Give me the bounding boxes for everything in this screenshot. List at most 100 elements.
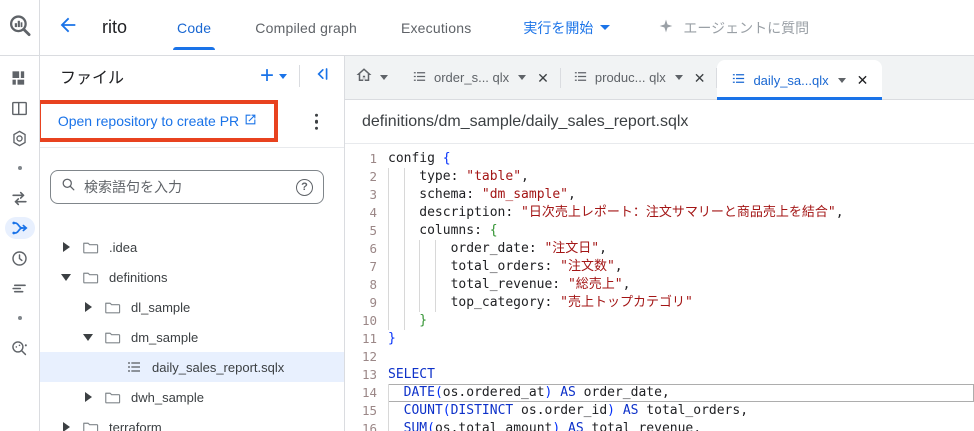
- code-line-5[interactable]: 5 columns: {: [345, 222, 974, 240]
- tree-folder-dl-sample[interactable]: dl_sample: [40, 292, 344, 322]
- code-line-3[interactable]: 3 schema: "dm_sample",: [345, 186, 974, 204]
- code-line-8[interactable]: 8 total_revenue: "総売上",: [345, 276, 974, 294]
- open-repository-link[interactable]: Open repository to create PR: [58, 113, 257, 129]
- editor-tab-2[interactable]: produc... qlx ✕: [561, 56, 718, 99]
- code-line-7[interactable]: 7 total_orders: "注文数",: [345, 258, 974, 276]
- expand-arrow-down-icon[interactable]: [58, 273, 74, 281]
- ask-agent-button[interactable]: エージェントに質問: [658, 0, 809, 55]
- layout-columns-icon[interactable]: [7, 97, 33, 119]
- code-line-content: [388, 348, 974, 366]
- close-tab-icon[interactable]: ✕: [857, 73, 869, 87]
- workspace-tabs: Code Compiled graph Executions: [155, 0, 493, 55]
- history-clock-icon[interactable]: [7, 247, 33, 269]
- vertical-divider: [299, 65, 300, 87]
- line-number: 13: [361, 367, 377, 382]
- search-icon: [61, 177, 76, 197]
- line-number: 5: [369, 223, 377, 238]
- code-line-2[interactable]: 2 type: "table",: [345, 168, 974, 186]
- modules-icon[interactable]: [7, 67, 33, 89]
- expand-arrow-right-icon[interactable]: [80, 392, 96, 402]
- code-line-14[interactable]: 14 DATE(os.ordered_at) AS order_date,: [345, 384, 974, 402]
- code-line-content: }: [388, 312, 974, 330]
- chevron-down-icon[interactable]: [837, 77, 846, 83]
- tree-item-label: terraform: [109, 419, 162, 431]
- settings-gear-icon[interactable]: [7, 127, 33, 149]
- compare-arrows-icon[interactable]: [7, 187, 33, 209]
- kebab-icon: [314, 113, 318, 117]
- home-tab-button[interactable]: [345, 56, 400, 99]
- code-line-content: top_category: "売上トップカテゴリ": [388, 294, 974, 312]
- dot-indicator: [7, 307, 33, 329]
- tree-folder--idea[interactable]: .idea: [40, 232, 344, 262]
- tab-code[interactable]: Code: [155, 0, 233, 55]
- code-line-1[interactable]: 1 config {: [345, 150, 974, 168]
- chevron-down-icon: [600, 25, 611, 30]
- code-line-content: SUM(os.total_amount) AS total_revenue,: [388, 420, 974, 431]
- editor-tab-3[interactable]: daily_sa...qlx ✕: [717, 60, 883, 100]
- back-button[interactable]: [48, 0, 88, 55]
- tree-item-label: dm_sample: [131, 329, 199, 345]
- folder-icon: [104, 300, 121, 315]
- chevron-down-icon[interactable]: [518, 75, 527, 80]
- explore-search-icon[interactable]: [7, 337, 33, 359]
- code-line-content: description: "日次売上レポート：注文サマリーと商品売上を結合",: [388, 204, 974, 222]
- more-options-button[interactable]: [311, 109, 323, 134]
- add-file-button[interactable]: +: [259, 62, 287, 89]
- code-line-11[interactable]: 11}: [345, 330, 974, 348]
- line-number: 2: [369, 169, 377, 184]
- tree-folder-dm-sample[interactable]: dm_sample: [40, 322, 344, 352]
- line-number: 3: [369, 187, 377, 202]
- tab-executions[interactable]: Executions: [379, 0, 493, 55]
- external-link-icon: [244, 113, 257, 129]
- line-number: 10: [361, 313, 377, 328]
- highlight-rectangle: Open repository to create PR: [37, 100, 278, 142]
- folder-icon: [82, 270, 99, 285]
- chevron-down-icon[interactable]: [674, 75, 683, 80]
- repo-link-row: Open repository to create PR: [37, 96, 344, 148]
- branch-merge-icon[interactable]: [4, 217, 35, 239]
- tree-folder-definitions[interactable]: definitions: [40, 262, 344, 292]
- expand-arrow-right-icon[interactable]: [80, 302, 96, 312]
- tree-file-daily-sales-report-sqlx[interactable]: daily_sales_report.sqlx: [35, 352, 344, 382]
- close-tab-icon[interactable]: ✕: [694, 71, 706, 85]
- editor-tabstrip: order_s... qlx ✕ produc... qlx ✕ daily_sa...…: [345, 56, 974, 100]
- table-file-icon: [731, 71, 746, 89]
- expand-arrow-right-icon[interactable]: [58, 242, 74, 252]
- chevron-down-icon: [279, 73, 287, 79]
- editor-tab-label: daily_sa...qlx: [753, 72, 829, 88]
- logs-lines-icon[interactable]: [7, 277, 33, 299]
- start-execution-menu[interactable]: 実行を開始: [523, 0, 611, 55]
- code-line-12[interactable]: 12: [345, 348, 974, 366]
- line-number: 8: [369, 277, 377, 292]
- expand-arrow-down-icon[interactable]: [80, 333, 96, 341]
- search-input[interactable]: [84, 179, 288, 195]
- editor-pane: order_s... qlx ✕ produc... qlx ✕ daily_sa...…: [345, 56, 974, 431]
- help-icon[interactable]: ?: [296, 178, 313, 196]
- code-editor[interactable]: 1 config {2 type: "table", 3 schema: "dm_s…: [345, 144, 974, 431]
- home-icon: [355, 66, 373, 89]
- plus-icon: +: [259, 62, 274, 89]
- code-line-10[interactable]: 10 }: [345, 312, 974, 330]
- code-line-9[interactable]: 9 top_category: "売上トップカテゴリ": [345, 294, 974, 312]
- code-line-16[interactable]: 16 SUM(os.total_amount) AS total_revenue…: [345, 420, 974, 431]
- app-logo[interactable]: [0, 0, 40, 56]
- close-tab-icon[interactable]: ✕: [537, 71, 549, 85]
- tab-compiled-graph[interactable]: Compiled graph: [233, 0, 379, 55]
- code-line-6[interactable]: 6 order_date: "注文日",: [345, 240, 974, 258]
- collapse-panel-button[interactable]: [312, 64, 332, 89]
- open-repository-label: Open repository to create PR: [57, 113, 240, 129]
- code-line-4[interactable]: 4 description: "日次売上レポート：注文サマリーと商品売上を結合"…: [345, 204, 974, 222]
- expand-arrow-right-icon[interactable]: [58, 422, 74, 431]
- tree-item-label: definitions: [109, 269, 168, 285]
- line-number: 15: [361, 403, 377, 418]
- code-line-13[interactable]: 13 SELECT: [345, 366, 974, 384]
- folder-icon: [82, 240, 99, 255]
- code-line-content: }: [388, 331, 396, 346]
- code-line-15[interactable]: 15 COUNT(DISTINCT os.order_id) AS total_…: [345, 402, 974, 420]
- tree-folder-terraform[interactable]: terraform: [40, 412, 344, 431]
- files-sidebar: ファイル + Open repository to create PR 検索語句…: [35, 56, 345, 431]
- tree-folder-dwh-sample[interactable]: dwh_sample: [40, 382, 344, 412]
- editor-tab-1[interactable]: order_s... qlx ✕: [400, 56, 561, 99]
- code-line-content: DATE(os.ordered_at) AS order_date,: [388, 384, 974, 402]
- line-number: 9: [369, 295, 377, 310]
